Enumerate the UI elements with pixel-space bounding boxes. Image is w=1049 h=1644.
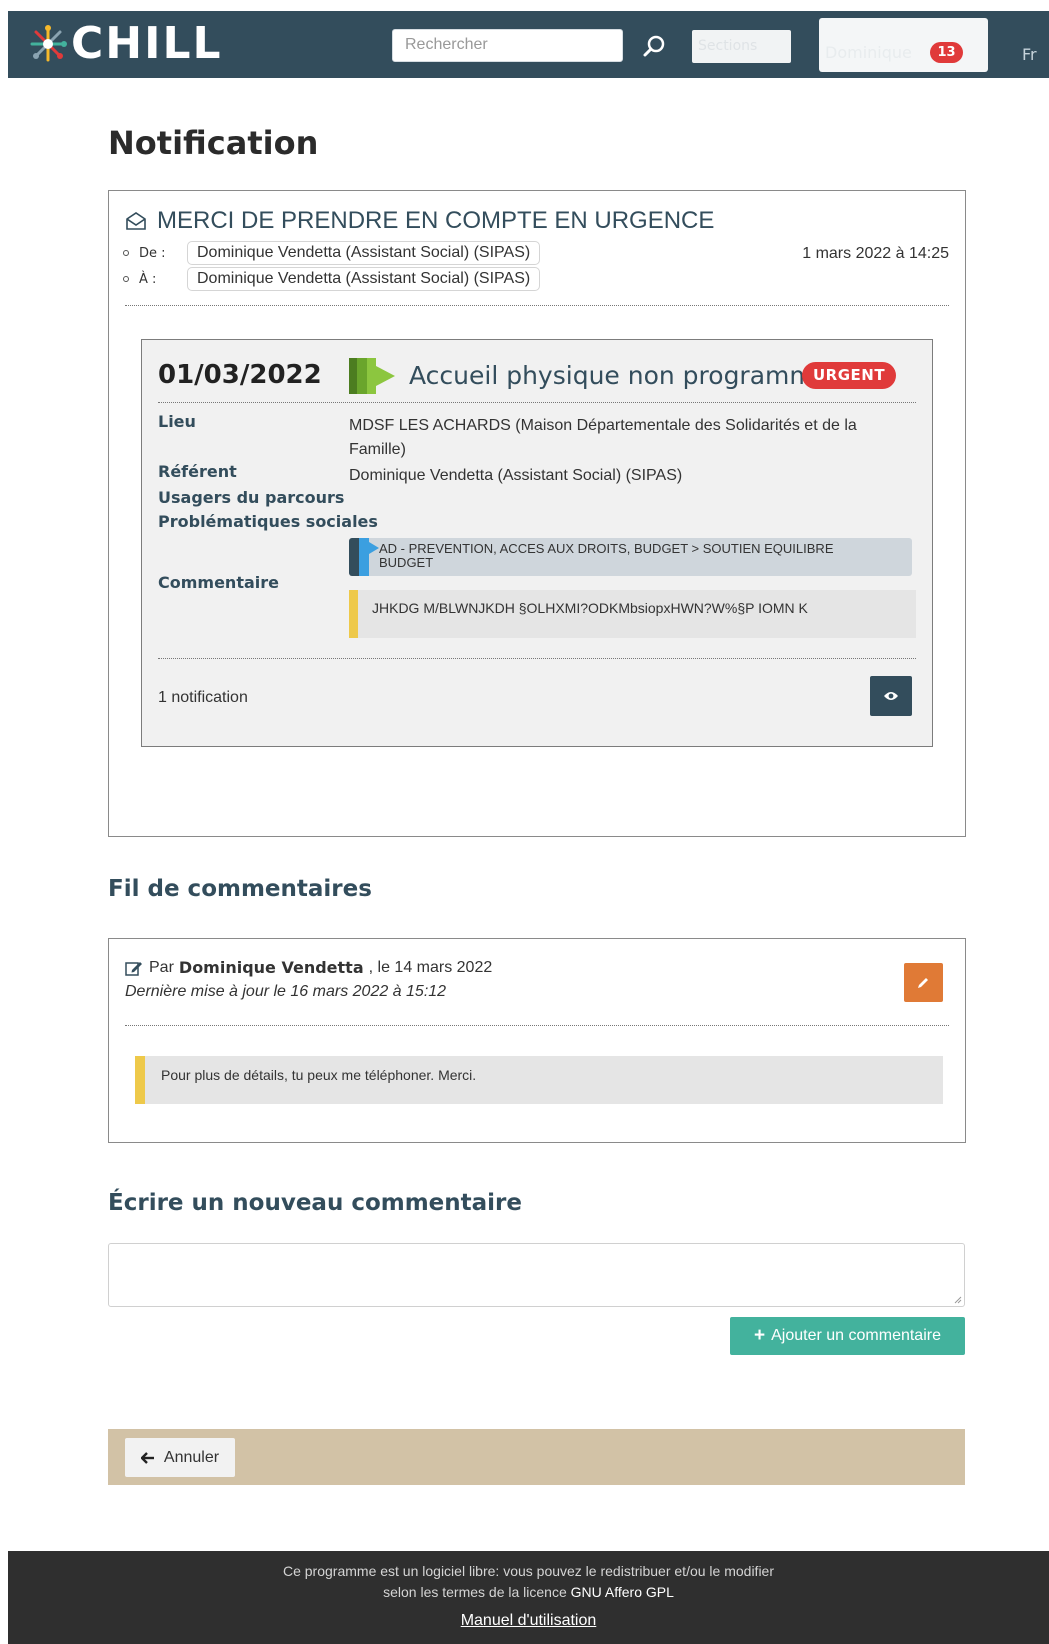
to-label: À :: [139, 271, 157, 287]
footer: Ce programme est un logiciel libre: vous…: [8, 1551, 1049, 1644]
sticky-form-buttons: Annuler: [108, 1429, 965, 1485]
divider: [158, 402, 916, 403]
activity-card: 01/03/2022 Accueil physique non programm…: [141, 339, 933, 747]
page-title: Notification: [108, 124, 319, 162]
cancel-label: Annuler: [163, 1448, 220, 1466]
activity-type: Accueil physique non programmé: [409, 361, 830, 390]
social-issue-text: AD - PREVENTION, ACCES AUX DROITS, BUDGE…: [379, 541, 834, 570]
search-input[interactable]: Rechercher: [392, 29, 623, 62]
footer-license-line1: Ce programme est un logiciel libre: vous…: [282, 1563, 774, 1579]
notification-count-badge[interactable]: 13: [930, 42, 963, 63]
notification-subject: MERCI DE PRENDRE EN COMPTE EN URGENCE: [125, 207, 714, 235]
envelope-open-icon: [126, 212, 146, 230]
user-menu-button[interactable]: Dominique: [819, 18, 988, 72]
user-manual-link[interactable]: Manuel d'utilisation: [8, 1612, 1049, 1630]
add-comment-button[interactable]: + Ajouter un commentaire: [730, 1317, 965, 1355]
search-icon[interactable]: [640, 33, 668, 61]
from-label: De :: [139, 245, 166, 261]
plus-icon: +: [754, 1325, 766, 1346]
edit-comment-button[interactable]: [904, 963, 943, 1002]
notification-count: 1 notification: [158, 689, 248, 706]
problematiques-label: Problématiques sociales: [158, 512, 378, 531]
cancel-button[interactable]: Annuler: [125, 1438, 235, 1477]
to-row: À : Dominique Vendetta (Assistant Social…: [123, 267, 541, 291]
sections-menu-button[interactable]: Sections: [692, 30, 791, 63]
edit-note-icon: [125, 961, 142, 976]
language-switcher[interactable]: Fr: [1022, 45, 1037, 64]
thread-comment: Pour plus de détails, tu peux me télépho…: [135, 1056, 943, 1104]
bullet-icon: [123, 250, 129, 256]
divider: [125, 305, 949, 306]
footer-license-prefix: selon les termes de la licence: [383, 1584, 567, 1600]
activity-date: 01/03/2022: [158, 360, 322, 390]
activity-comment: JHKDG M/BLWNJKDH §OLHXMI?ODKMbsiopxHWN?W…: [349, 590, 916, 638]
social-issue-tag: AD - PREVENTION, ACCES AUX DROITS, BUDGE…: [349, 538, 912, 576]
comment-byline: Par Dominique Vendetta , le 14 mars 2022: [125, 958, 492, 977]
commentaire-label: Commentaire: [158, 573, 279, 592]
activity-comment-text: JHKDG M/BLWNJKDH §OLHXMI?ODKMbsiopxHWN?W…: [372, 600, 808, 616]
divider: [125, 1025, 949, 1026]
chill-logo-icon: [30, 25, 67, 62]
usagers-label: Usagers du parcours: [158, 488, 345, 507]
logo-text: CHILL: [71, 18, 223, 69]
urgent-badge: URGENT: [802, 362, 897, 389]
arrow-left-icon: [140, 1451, 154, 1464]
lieu-value: MDSF LES ACHARDS (Maison Départementale …: [349, 417, 857, 458]
notification-card: MERCI DE PRENDRE EN COMPTE EN URGENCE De…: [108, 190, 966, 837]
license-link[interactable]: GNU Affero GPL: [571, 1584, 674, 1600]
comment-thread: Par Dominique Vendetta , le 14 mars 2022…: [108, 938, 966, 1143]
new-comment-heading: Écrire un nouveau commentaire: [108, 1190, 522, 1216]
footer-license-line2: selon les termes de la licence GNU Affer…: [8, 1584, 1049, 1600]
eye-icon: [884, 692, 898, 700]
comment-author: Dominique Vendetta: [178, 958, 364, 977]
notification-date: 1 mars 2022 à 14:25: [802, 245, 949, 262]
lieu-label: Lieu: [158, 412, 196, 431]
from-row: De : Dominique Vendetta (Assistant Socia…: [123, 241, 541, 265]
comment-date: , le 14 mars 2022: [368, 958, 493, 976]
thread-comment-text: Pour plus de détails, tu peux me télépho…: [161, 1067, 477, 1083]
add-comment-label: Ajouter un commentaire: [771, 1327, 941, 1344]
thread-heading: Fil de commentaires: [108, 876, 372, 902]
divider: [158, 658, 916, 659]
resize-grip-icon[interactable]: [954, 1296, 962, 1304]
logo[interactable]: CHILL: [28, 19, 223, 69]
to-user: Dominique Vendetta (Assistant Social) (S…: [187, 267, 541, 291]
subject-text: MERCI DE PRENDRE EN COMPTE EN URGENCE: [157, 207, 715, 234]
referent-value: Dominique Vendetta (Assistant Social) (S…: [349, 467, 683, 484]
activity-flag-icon: [349, 358, 395, 394]
new-comment-textarea[interactable]: [108, 1243, 965, 1307]
tag-arrow-icon: [369, 542, 379, 554]
user-name: Dominique: [825, 43, 912, 62]
top-navbar: CHILL Rechercher Sections Dominique 13 F…: [8, 11, 1049, 78]
bullet-icon: [123, 276, 129, 282]
from-user: Dominique Vendetta (Assistant Social) (S…: [187, 241, 541, 265]
by-prefix: Par: [149, 958, 174, 976]
referent-label: Référent: [158, 462, 237, 481]
view-button[interactable]: [870, 676, 912, 716]
pencil-icon: [918, 978, 928, 988]
comment-updated: Dernière mise à jour le 16 mars 2022 à 1…: [125, 983, 447, 1000]
